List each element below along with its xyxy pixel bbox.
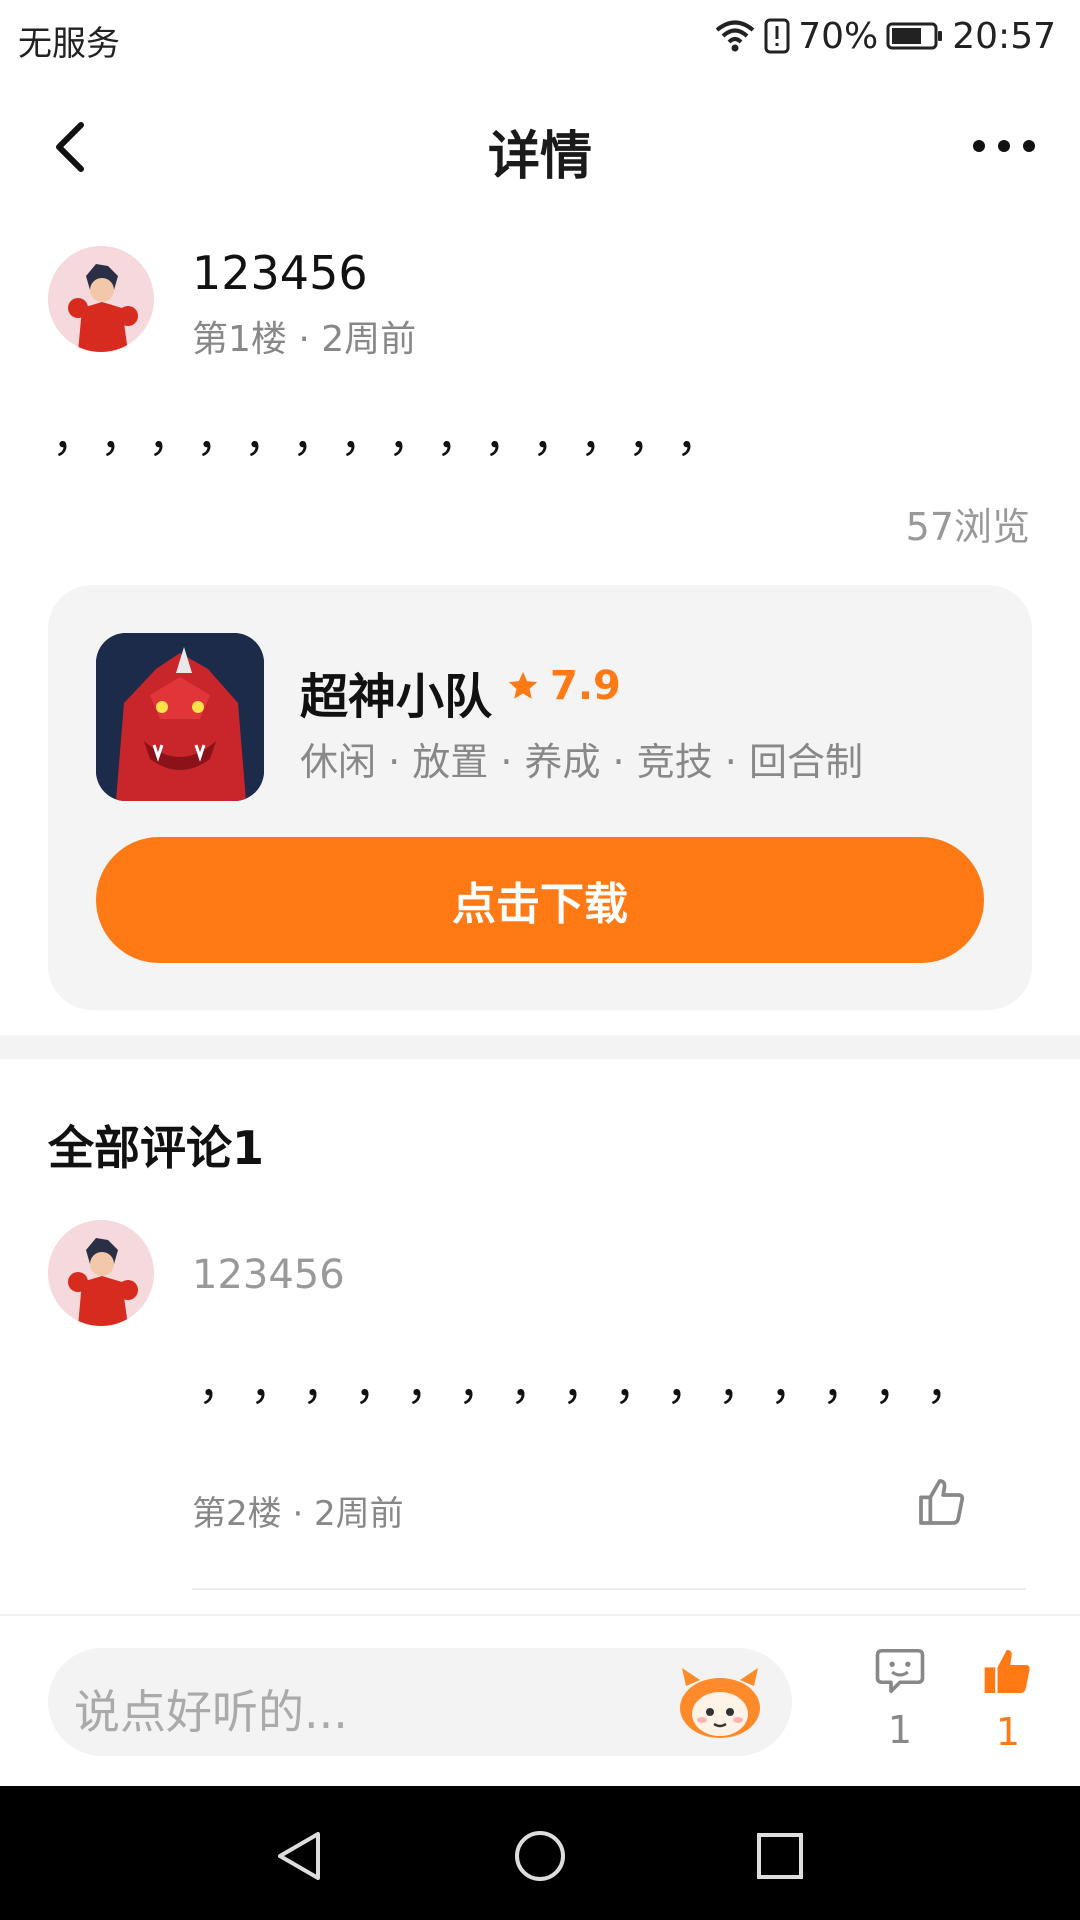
comment-icon — [875, 1648, 925, 1694]
game-tags: 休闲 · 放置 · 养成 · 竞技 · 回合制 — [300, 740, 863, 784]
game-name: 超神小队 — [300, 669, 493, 725]
bottom-bar: 说点好听的... 1 1 — [0, 1614, 1080, 1788]
comment-input[interactable]: 说点好听的... — [48, 1648, 792, 1756]
header: 详情 — [0, 76, 1080, 216]
status-icons: 70% 20:57 — [714, 14, 1056, 58]
more-button[interactable] — [964, 124, 1044, 168]
comment-button[interactable]: 1 — [860, 1644, 940, 1752]
game-rating: 7.9 — [506, 663, 621, 709]
nav-back-icon — [278, 1832, 320, 1880]
thumbs-up-icon — [984, 1649, 1030, 1693]
comment-count: 1 — [887, 1708, 913, 1752]
carrier-text: 无服务 — [18, 24, 120, 64]
comment-meta: 第2楼 · 2周前 — [192, 1494, 404, 1534]
more-icon — [973, 140, 1035, 152]
rating-value: 7.9 — [550, 663, 621, 709]
nav-recents-button[interactable] — [740, 1816, 820, 1896]
comment-like-button[interactable] — [914, 1474, 970, 1530]
section-divider — [0, 1035, 1080, 1059]
post-meta: 第1楼 · 2周前 — [192, 319, 417, 360]
view-count: 57浏览 — [905, 505, 1030, 549]
battery-percent: 70% — [798, 15, 879, 57]
status-bar: 无服务 70% 20:57 — [0, 0, 1080, 76]
like-button[interactable]: 1 — [968, 1644, 1048, 1754]
mascot-icon[interactable] — [672, 1662, 768, 1742]
comment-content: ，，，，，，，，，，，，，，， — [198, 1359, 1000, 1410]
nav-home-icon — [515, 1831, 565, 1881]
avatar[interactable] — [48, 246, 154, 352]
comment-divider — [192, 1588, 1026, 1590]
system-nav-bar — [0, 1786, 1080, 1920]
author-name[interactable]: 123456 — [192, 246, 368, 300]
nav-back-button[interactable] — [260, 1816, 340, 1896]
comment-input-placeholder: 说点好听的... — [74, 1685, 348, 1739]
nav-recents-icon — [757, 1833, 803, 1879]
like-icon — [919, 1479, 965, 1525]
game-card[interactable]: 超神小队 7.9 休闲 · 放置 · 养成 · 竞技 · 回合制 点击下载 — [48, 585, 1032, 1010]
post-content: ，，，，，，，，，，，，，， — [52, 411, 746, 462]
page-title: 详情 — [487, 127, 592, 187]
download-button[interactable]: 点击下载 — [96, 837, 984, 963]
comment-avatar[interactable] — [48, 1220, 154, 1326]
clock-text: 20:57 — [952, 15, 1056, 57]
alert-icon — [764, 18, 790, 54]
like-count: 1 — [995, 1710, 1021, 1754]
battery-icon — [886, 21, 944, 51]
wifi-icon — [714, 19, 756, 53]
game-icon — [96, 633, 264, 801]
comments-title: 全部评论1 — [48, 1121, 265, 1175]
comment-author[interactable]: 123456 — [192, 1252, 345, 1298]
star-icon — [508, 671, 538, 699]
nav-home-button[interactable] — [500, 1816, 580, 1896]
